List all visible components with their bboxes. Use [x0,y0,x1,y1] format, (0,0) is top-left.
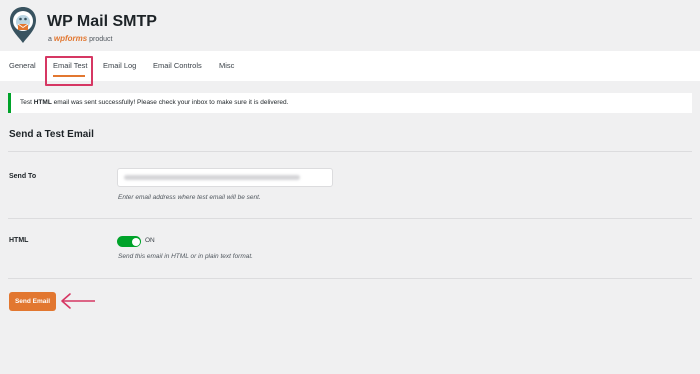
divider [8,218,692,219]
success-notice: Test HTML email was sent successfully! P… [8,93,692,113]
divider [8,278,692,279]
html-help: Send this email in HTML or in plain text… [118,253,253,260]
notice-text-bold: HTML [33,99,52,106]
section-title: Send a Test Email [9,129,94,140]
tab-email-log[interactable]: Email Log [103,51,136,81]
html-toggle[interactable] [117,236,141,247]
tab-misc[interactable]: Misc [219,51,234,81]
send-to-label: Send To [9,173,37,180]
notice-text-suffix: email was sent successfully! Please chec… [51,99,289,106]
send-email-button[interactable]: Send Email [9,292,56,311]
send-to-help: Enter email address where test email wil… [118,194,261,201]
blurred-email-value [124,175,300,180]
tab-email-controls[interactable]: Email Controls [153,51,202,81]
notice-text-prefix: Test [20,99,34,106]
left-arrow-annotation-icon [61,293,95,309]
brand-sub-prefix: a [48,36,52,43]
settings-tabs: General Email Test Email Log Email Contr… [0,51,700,81]
tab-general[interactable]: General [9,51,36,81]
tab-highlight-annotation [45,56,93,86]
app-title: WP Mail SMTP [47,13,157,30]
wpforms-brand: wpforms [53,34,88,43]
html-toggle-state: ON [145,237,155,244]
brand-sub-suffix: product [89,36,113,43]
divider [8,151,692,152]
wp-mail-smtp-logo-icon [10,7,36,43]
toggle-knob [131,237,140,246]
html-label: HTML [9,237,29,244]
brand-subtitle: a wpforms product [48,34,113,43]
